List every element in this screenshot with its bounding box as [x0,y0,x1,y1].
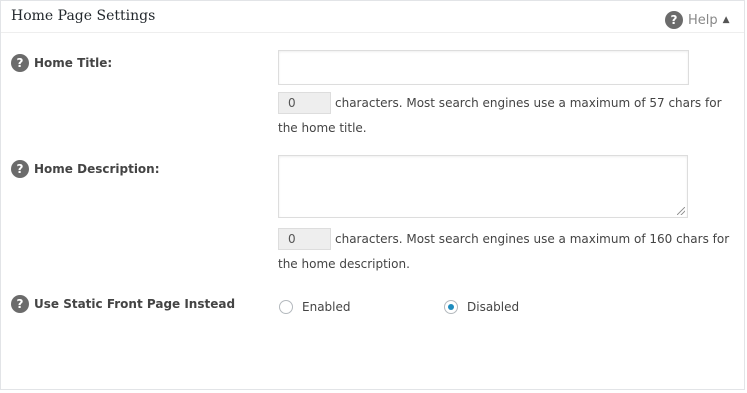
home-description-hint-line1: characters. Most search engines use a ma… [335,232,730,246]
home-title-char-counter: 0 [278,92,331,114]
help-icon[interactable]: ? [11,295,29,313]
help-icon[interactable]: ? [11,54,29,72]
help-label: Help [688,12,718,28]
help-toggle-button[interactable]: ? Help ▲ [665,11,730,29]
resize-handle-icon[interactable] [677,207,685,215]
enabled-radio-label: Enabled [302,300,351,314]
home-title-label: Home Title: [34,56,113,70]
home-title-hint-line2: the home title. [278,121,367,135]
enabled-radio[interactable] [279,300,293,314]
home-page-settings-panel: Home Page Settings ? Help ▲ ? Home Title… [0,0,745,390]
disabled-radio[interactable] [444,300,458,314]
static-front-page-label-row: ? Use Static Front Page Instead [11,295,235,313]
collapse-arrow-icon: ▲ [722,15,730,25]
disabled-radio-option[interactable]: Disabled [444,300,519,314]
enabled-radio-option[interactable]: Enabled [279,300,351,314]
home-description-label-row: ? Home Description: [11,160,160,178]
home-description-char-counter: 0 [278,228,331,250]
panel-title: Home Page Settings [11,8,156,24]
home-title-hint-line1: characters. Most search engines use a ma… [335,96,722,110]
help-icon[interactable]: ? [11,160,29,178]
home-title-input[interactable] [278,50,689,85]
home-title-label-row: ? Home Title: [11,54,112,72]
home-description-hint-line2: the home description. [278,257,410,271]
disabled-radio-label: Disabled [467,300,520,314]
panel-header: Home Page Settings ? Help ▲ [1,1,744,33]
static-front-page-label: Use Static Front Page Instead [34,297,236,311]
help-icon: ? [665,11,683,29]
home-description-textarea[interactable] [278,155,688,218]
home-description-label: Home Description: [34,162,160,176]
